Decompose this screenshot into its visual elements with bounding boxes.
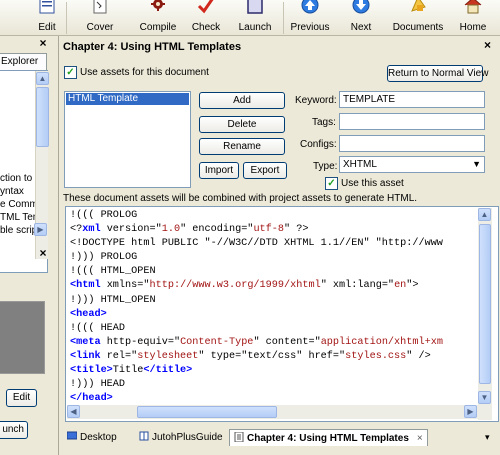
left-edit-button[interactable]: Edit bbox=[6, 389, 37, 407]
toolbar-launch-label: Launch bbox=[238, 22, 272, 33]
scroll-right-icon[interactable]: ▶ bbox=[34, 223, 47, 236]
toolbar-home-label: Home bbox=[459, 22, 487, 33]
type-label: Type: bbox=[313, 161, 338, 172]
use-asset-checkbox[interactable]: ✓ bbox=[325, 177, 338, 190]
scroll-thumb[interactable] bbox=[479, 224, 491, 384]
configs-label: Configs: bbox=[300, 139, 337, 150]
main-panel: Chapter 4: Using HTML Templates × ✓ Use … bbox=[58, 36, 500, 455]
tab-explorer[interactable]: Explorer bbox=[0, 53, 47, 70]
export-button[interactable]: Export bbox=[243, 162, 287, 179]
close-icon[interactable]: × bbox=[37, 247, 49, 259]
configs-field[interactable] bbox=[339, 135, 485, 152]
tab-chapter-4[interactable]: Chapter 4: Using HTML Templates × bbox=[229, 429, 428, 446]
import-button[interactable]: Import bbox=[199, 162, 239, 179]
cover-icon bbox=[93, 0, 107, 14]
add-button[interactable]: Add bbox=[199, 92, 285, 109]
launch-button[interactable]: unch bbox=[0, 421, 28, 439]
assets-list[interactable]: HTML Template bbox=[64, 91, 191, 188]
scroll-up-icon[interactable]: ▲ bbox=[36, 72, 49, 85]
keyword-label: Keyword: bbox=[295, 95, 337, 106]
page-title: Chapter 4: Using HTML Templates bbox=[63, 41, 242, 53]
page-icon bbox=[234, 432, 244, 442]
tab-desktop-label: Desktop bbox=[80, 432, 117, 443]
scroll-thumb[interactable] bbox=[137, 406, 277, 418]
type-select[interactable]: XHTML ▼ bbox=[339, 156, 485, 173]
launch-window-icon bbox=[247, 0, 263, 14]
tab-overflow-menu[interactable]: ▾ bbox=[485, 429, 490, 446]
documents-icon bbox=[411, 0, 426, 12]
toolbar: Edit Cover Compile Check Launch Previous… bbox=[0, 0, 500, 36]
list-item[interactable]: yntax bbox=[0, 186, 24, 197]
document-tabs: Desktop JutohPlusGuide Chapter 4: Using … bbox=[59, 426, 500, 455]
toolbar-cover-button[interactable]: Cover bbox=[80, 0, 120, 36]
scroll-left-icon[interactable]: ◀ bbox=[67, 405, 80, 418]
use-assets-checkbox[interactable]: ✓ bbox=[64, 66, 77, 79]
preview-area bbox=[0, 301, 45, 374]
return-normal-view-button[interactable]: Return to Normal View bbox=[387, 65, 488, 82]
tab-jutohplusguide-label: JutohPlusGuide bbox=[152, 432, 223, 443]
scroll-up-icon[interactable]: ▲ bbox=[478, 208, 491, 221]
arrow-up-icon bbox=[301, 0, 319, 14]
tab-chapter-4-label: Chapter 4: Using HTML Templates bbox=[247, 433, 409, 444]
home-icon bbox=[464, 0, 482, 14]
scroll-right-icon[interactable]: ▶ bbox=[464, 405, 477, 418]
code-lines: !((( PROLOG <?xml version="1.0" encoding… bbox=[70, 210, 443, 405]
delete-button[interactable]: Delete bbox=[199, 116, 285, 133]
checkmark-icon bbox=[197, 0, 214, 14]
toolbar-check-label: Check bbox=[191, 22, 221, 33]
scroll-thumb[interactable] bbox=[36, 87, 49, 147]
toolbar-documents-button[interactable]: Documents bbox=[390, 0, 446, 36]
list-edit-icon bbox=[39, 0, 55, 14]
tags-field[interactable] bbox=[339, 113, 485, 130]
toolbar-next-label: Next bbox=[350, 22, 372, 33]
toolbar-edit-label: Edit bbox=[38, 22, 56, 33]
toolbar-next-button[interactable]: Next bbox=[344, 0, 378, 36]
toolbar-compile-button[interactable]: Compile bbox=[136, 0, 180, 36]
list-item[interactable]: HTML Template bbox=[66, 93, 189, 105]
toolbar-previous-button[interactable]: Previous bbox=[290, 0, 330, 36]
toolbar-separator bbox=[66, 2, 67, 34]
toolbar-cover-label: Cover bbox=[86, 22, 114, 33]
list-item[interactable]: e Comm bbox=[0, 199, 38, 210]
use-asset-label: Use this asset bbox=[341, 178, 404, 189]
close-icon[interactable]: × bbox=[37, 37, 49, 49]
toolbar-compile-label: Compile bbox=[139, 22, 177, 33]
desktop-icon bbox=[67, 431, 77, 440]
toolbar-check-button[interactable]: Check bbox=[188, 0, 224, 36]
toolbar-home-button[interactable]: Home bbox=[456, 0, 490, 36]
gear-icon bbox=[151, 0, 165, 11]
close-icon[interactable]: × bbox=[484, 38, 491, 52]
tab-desktop[interactable]: Desktop bbox=[67, 429, 117, 446]
tab-close-icon[interactable]: × bbox=[417, 433, 423, 444]
chevron-down-icon[interactable]: ▼ bbox=[472, 157, 481, 172]
code-hscrollbar[interactable]: ◀ ▶ bbox=[67, 405, 478, 419]
scroll-down-icon[interactable]: ▼ bbox=[478, 391, 491, 404]
toolbar-documents-label: Documents bbox=[392, 22, 444, 33]
tab-jutohplusguide[interactable]: JutohPlusGuide bbox=[139, 429, 223, 446]
template-code-editor[interactable]: !((( PROLOG <?xml version="1.0" encoding… bbox=[65, 206, 499, 422]
type-select-value: XHTML bbox=[343, 159, 377, 170]
keyword-field[interactable]: TEMPLATE bbox=[339, 91, 485, 108]
arrow-down-icon bbox=[352, 0, 370, 14]
toolbar-launch-button[interactable]: Launch bbox=[234, 0, 276, 36]
toolbar-edit-button[interactable]: Edit bbox=[32, 0, 62, 36]
info-text: These document assets will be combined w… bbox=[63, 193, 418, 204]
code-vscrollbar[interactable]: ▲ ▼ bbox=[478, 208, 492, 420]
book-icon bbox=[139, 431, 149, 441]
use-assets-label: Use assets for this document bbox=[80, 67, 209, 78]
tags-label: Tags: bbox=[312, 117, 336, 128]
left-panel: × Explorer ction to J yntax e Comm TML T… bbox=[0, 36, 55, 455]
toolbar-separator bbox=[283, 2, 284, 34]
rename-button[interactable]: Rename bbox=[199, 138, 285, 155]
toolbar-previous-label: Previous bbox=[290, 22, 330, 33]
